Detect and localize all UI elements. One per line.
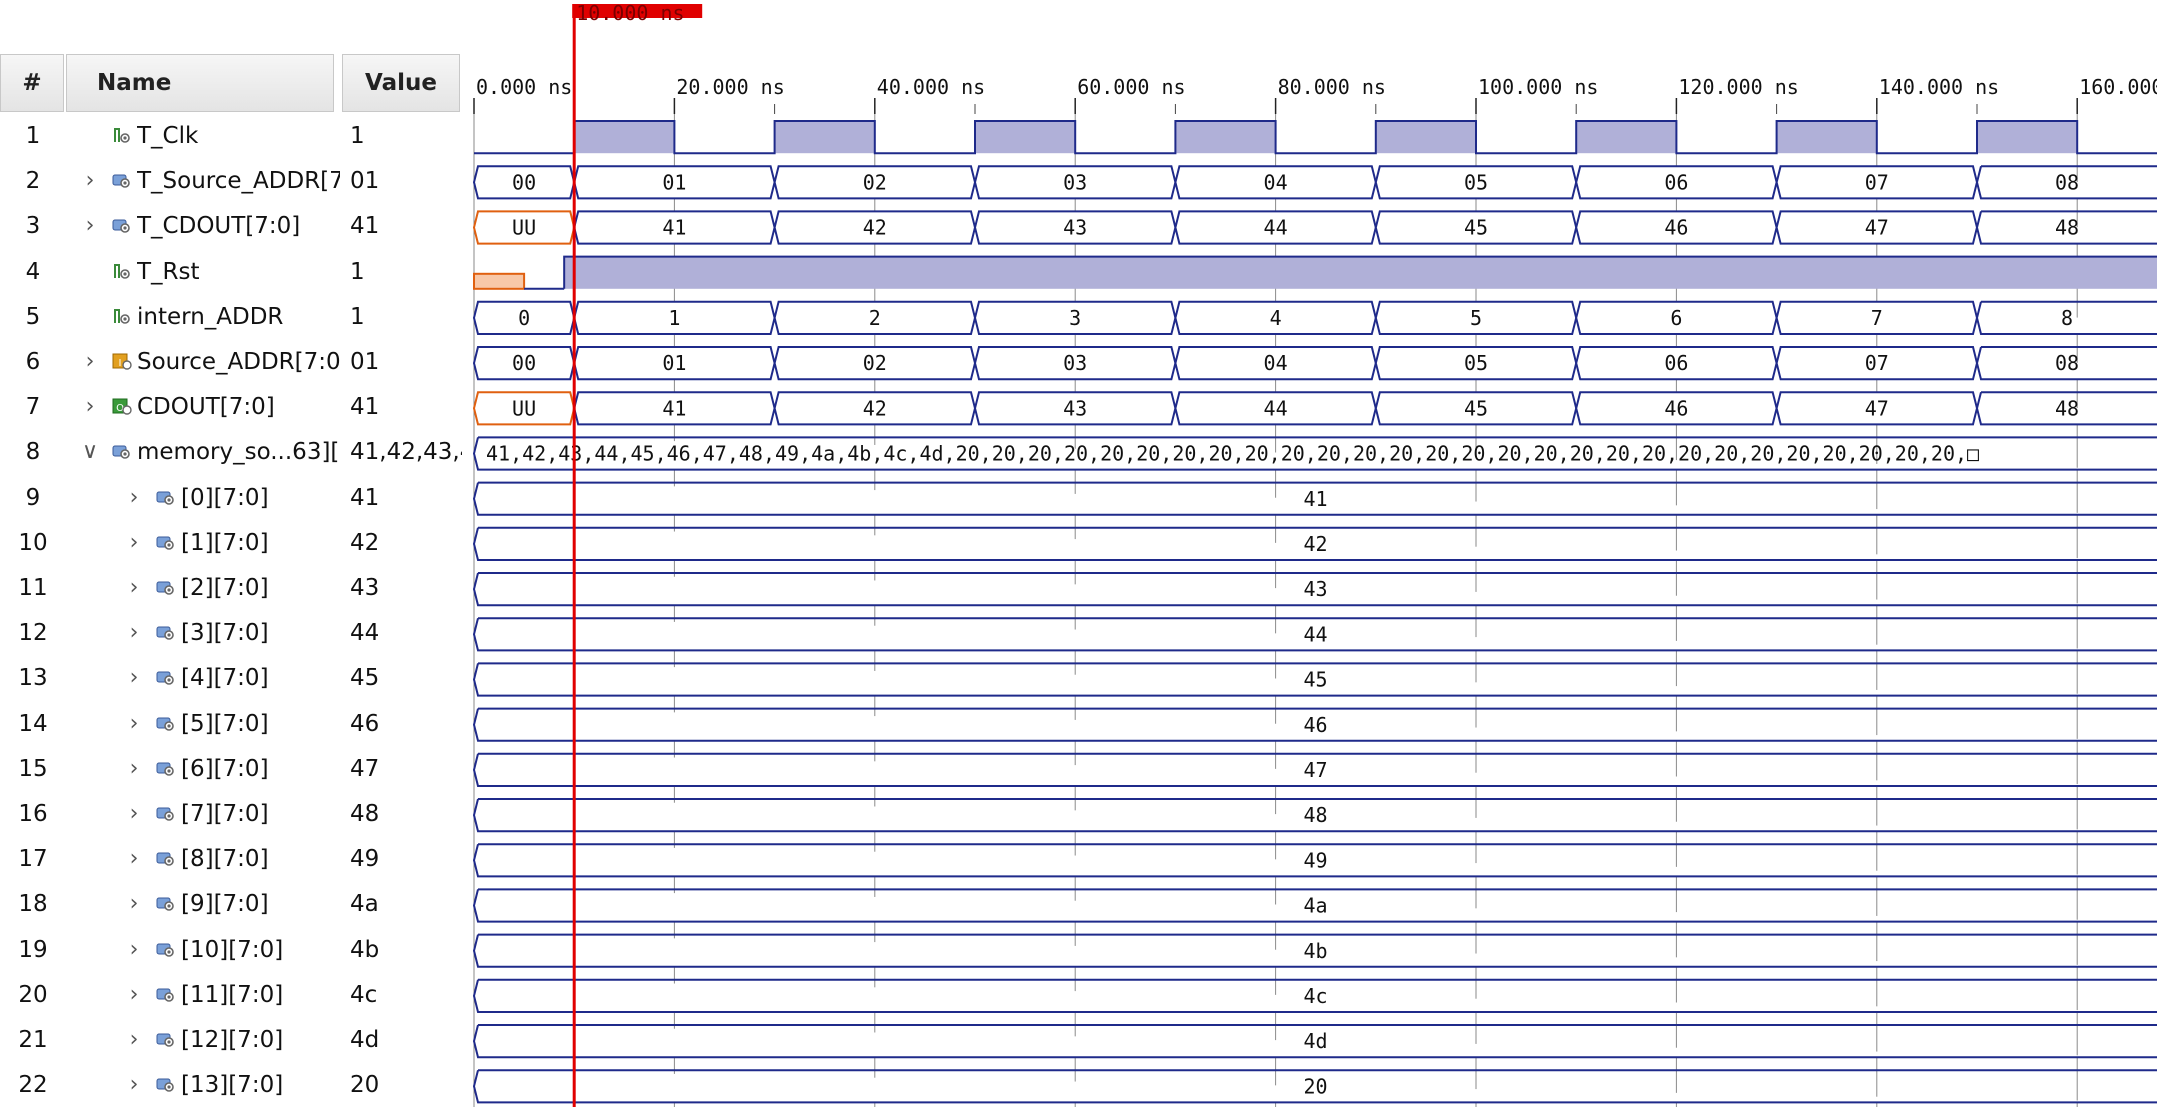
bus-value-label: 46 [1664, 396, 1688, 420]
bus-value-label: 45 [1464, 216, 1488, 240]
bus-value-label: UU [512, 216, 536, 240]
bus-value-label: 05 [1464, 351, 1488, 375]
bus-value-label: 07 [1865, 170, 1889, 194]
bus-value-label: 44 [1264, 216, 1288, 240]
bus-value-label: 7 [1871, 306, 1883, 330]
bus-value-label: 01 [662, 170, 686, 194]
bus-value-label: 47 [1865, 396, 1889, 420]
bus-value-label: 4c [1303, 984, 1327, 1008]
array-value-label: 41,42,43,44,45,46,47,48,49,4a,4b,4c,4d,2… [486, 442, 1979, 466]
reset-high-fill [564, 256, 2157, 289]
bus-value-label: 42 [863, 396, 887, 420]
waveform-pane[interactable]: 0.000 ns 20.000 ns 40.000 ns 60.000 ns 80.00… [0, 0, 2157, 1107]
clock-high-pulse [1977, 121, 2078, 154]
bus-value-label: UU [512, 396, 536, 420]
bus-value-label: 06 [1664, 351, 1688, 375]
clock-high-pulse [975, 121, 1076, 154]
bus-value-label: 48 [2055, 396, 2079, 420]
bus-value-label: 6 [1670, 306, 1682, 330]
bus-value-label: 44 [1264, 396, 1288, 420]
clock-high-pulse [1576, 121, 1677, 154]
bus-value-label: 45 [1464, 396, 1488, 420]
bus-value-label: 00 [512, 170, 536, 194]
timeline-tick-label: 20.000 ns [676, 75, 784, 99]
bus-value-label: 47 [1865, 216, 1889, 240]
bus-value-label: 2 [869, 306, 881, 330]
clock-high-pulse [574, 121, 675, 154]
bus-value-label: 0 [518, 306, 530, 330]
bus-value-label: 42 [1303, 532, 1327, 556]
bus-value-label: 02 [863, 170, 887, 194]
bus-value-label: 42 [863, 216, 887, 240]
bus-value-label: 3 [1069, 306, 1081, 330]
bus-value-label: 4a [1303, 894, 1327, 918]
bus-value-label: 47 [1303, 758, 1327, 782]
bus-value-label: 00 [512, 351, 536, 375]
bus-value-label: 43 [1303, 577, 1327, 601]
bus-value-label: 4 [1270, 306, 1282, 330]
bus-value-label: 45 [1303, 668, 1327, 692]
bus-value-label: 41 [1303, 487, 1327, 511]
bus-value-label: 41 [662, 396, 686, 420]
reset-undefined-region [473, 272, 526, 290]
bus-value-label: 1 [668, 306, 680, 330]
bus-value-label: 03 [1063, 170, 1087, 194]
clock-waveform [474, 120, 2157, 155]
clock-high-pulse [1776, 121, 1877, 154]
bus-value-label: 5 [1470, 306, 1482, 330]
bus-value-label: 04 [1264, 351, 1288, 375]
bus-value-label: 20 [1303, 1074, 1327, 1098]
clock-high-pulse [774, 121, 875, 154]
timeline-tick-label: 140.000 ns [1879, 75, 1999, 99]
bus-value-label: 43 [1063, 216, 1087, 240]
bus-value-label: 05 [1464, 170, 1488, 194]
timeline-tick-label: 0.000 ns [476, 75, 572, 99]
bus-value-label: 01 [662, 351, 686, 375]
clock-high-pulse [1375, 121, 1476, 154]
bus-value-label: 02 [863, 351, 887, 375]
timeline-tick-label: 40.000 ns [877, 75, 985, 99]
bus-value-label: 46 [1303, 713, 1327, 737]
bus-value-label: 08 [2055, 170, 2079, 194]
cursor-time-label: 10.000 ns [576, 1, 684, 25]
bus-value-label: 08 [2055, 351, 2079, 375]
bus-value-label: 06 [1664, 170, 1688, 194]
bus-value-label: 8 [2061, 306, 2073, 330]
clock-high-pulse [1175, 121, 1276, 154]
bus-value-label: 4d [1303, 1029, 1327, 1053]
bus-value-label: 03 [1063, 351, 1087, 375]
bus-value-label: 07 [1865, 351, 1889, 375]
timeline-tick-label: 80.000 ns [1278, 75, 1386, 99]
bus-value-label: 48 [1303, 803, 1327, 827]
bus-value-label: 41 [662, 216, 686, 240]
bus-value-label: 43 [1063, 396, 1087, 420]
timeline-tick-label: 100.000 ns [1478, 75, 1598, 99]
bus-value-label: 46 [1664, 216, 1688, 240]
timeline-tick-label: 120.000 ns [1678, 75, 1798, 99]
bus-value-label: 49 [1303, 848, 1327, 872]
bus-value-label: 48 [2055, 216, 2079, 240]
timeline-tick-label: 160.000 [2079, 75, 2157, 99]
bus-value-label: 04 [1264, 170, 1288, 194]
bus-value-label: 44 [1303, 622, 1327, 646]
timeline-tick-label: 60.000 ns [1077, 75, 1185, 99]
bus-value-label: 4b [1303, 939, 1327, 963]
